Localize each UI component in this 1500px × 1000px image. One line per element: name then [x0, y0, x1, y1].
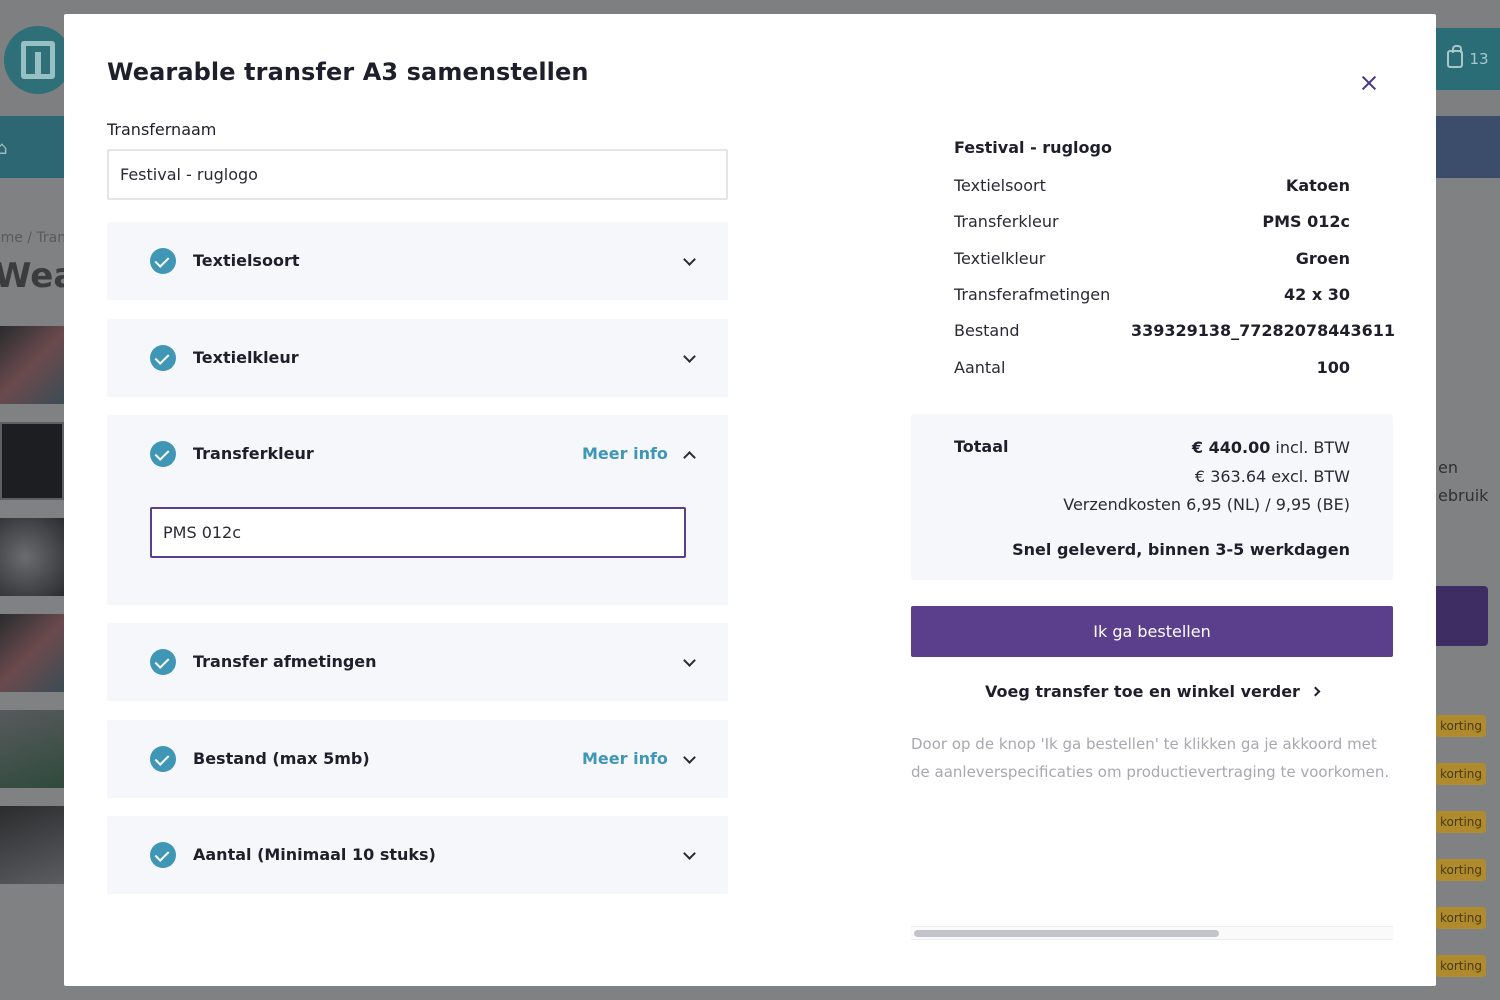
cart-count: 13: [1469, 50, 1489, 68]
summary-row: Textielsoort Katoen: [954, 176, 1395, 198]
modal-title: Wearable transfer A3 samenstellen: [107, 58, 589, 86]
bg-nav-bar-end: [1436, 116, 1500, 178]
transfer-name-input[interactable]: [107, 149, 728, 200]
site-logo: [4, 26, 72, 94]
summary-value: 339329138_77282078443611: [1130, 321, 1395, 340]
section-label: Aantal (Minimaal 10 stuks): [193, 845, 436, 864]
summary-key: Transferafmetingen: [954, 285, 1111, 304]
total-panel: Totaal € 440.00 incl. BTW € 363.64 excl.…: [911, 414, 1393, 580]
cart-button: 13: [1436, 28, 1500, 90]
breadcrumb: ome / Tran: [0, 230, 67, 246]
product-thumbnail: [0, 422, 64, 500]
close-icon[interactable]: [1354, 68, 1384, 98]
summary-row: Transferafmetingen 42 x 30: [954, 285, 1395, 307]
summary-key: Aantal: [954, 358, 1006, 377]
product-thumbnail: [0, 710, 64, 788]
check-circle-icon: [150, 248, 176, 274]
horizontal-scrollbar[interactable]: [911, 926, 1393, 940]
summary-value: 42 x 30: [1284, 285, 1350, 304]
bg-side-text: ebruik: [1438, 486, 1489, 505]
section-header[interactable]: Transfer afmetingen: [107, 623, 728, 701]
continue-shopping-link[interactable]: Voeg transfer toe en winkel verder: [911, 682, 1393, 701]
shipping-costs: Verzendkosten 6,95 (NL) / 9,95 (BE): [1063, 495, 1350, 514]
terms-disclaimer: Door op de knop 'Ik ga bestellen' te kli…: [911, 735, 1390, 781]
discount-badge: korting: [1436, 715, 1486, 737]
scrollbar-thumb[interactable]: [914, 930, 1219, 937]
summary-row: Bestand 339329138_77282078443611: [954, 321, 1395, 343]
discount-badge: korting: [1436, 955, 1486, 977]
bg-buy-button: [1436, 586, 1488, 646]
chevron-down-icon[interactable]: [683, 847, 696, 860]
chevron-up-icon[interactable]: [683, 451, 696, 464]
section-bestand: Bestand (max 5mb) Meer info: [107, 720, 728, 798]
section-textielsoort: Textielsoort: [107, 222, 728, 300]
product-thumbnail: [0, 518, 64, 596]
section-textielkleur: Textielkleur: [107, 319, 728, 397]
section-header[interactable]: Transferkleur Meer info: [107, 415, 728, 493]
chevron-down-icon[interactable]: [683, 751, 696, 764]
section-label: Transferkleur: [193, 444, 314, 463]
check-circle-icon: [150, 842, 176, 868]
configurator-modal: Wearable transfer A3 samenstellen Transf…: [64, 14, 1436, 986]
summary-row: Transferkleur PMS 012c: [954, 212, 1395, 234]
summary-value: Groen: [1295, 249, 1350, 268]
discount-badge: korting: [1436, 907, 1486, 929]
summary-row: Textielkleur Groen: [954, 249, 1395, 271]
summary-value: Katoen: [1285, 176, 1350, 195]
price-excl-vat: € 363.64 excl. BTW: [1194, 467, 1350, 486]
summary-key: Transferkleur: [954, 212, 1059, 231]
price-incl-vat: € 440.00 incl. BTW: [1192, 438, 1350, 457]
meer-info-link[interactable]: Meer info: [582, 444, 668, 463]
meer-info-link[interactable]: Meer info: [582, 749, 668, 768]
chevron-down-icon[interactable]: [683, 253, 696, 266]
continue-shopping-label: Voeg transfer toe en winkel verder: [985, 682, 1300, 701]
bg-side-text: en: [1438, 458, 1458, 477]
transfer-name-label: Transfernaam: [107, 120, 217, 139]
check-circle-icon: [150, 441, 176, 467]
product-thumbnail: [0, 326, 64, 404]
summary-value: PMS 012c: [1262, 212, 1350, 231]
discount-badge: korting: [1436, 811, 1486, 833]
price-incl-amount: € 440.00: [1191, 438, 1271, 457]
section-header[interactable]: Aantal (Minimaal 10 stuks): [107, 816, 728, 894]
summary-value: 100: [1316, 358, 1350, 377]
price-incl-suffix: incl. BTW: [1270, 438, 1350, 457]
product-thumbnail: [0, 806, 64, 884]
check-circle-icon: [150, 345, 176, 371]
section-transfer-afmetingen: Transfer afmetingen: [107, 623, 728, 701]
section-label: Transfer afmetingen: [193, 652, 377, 671]
section-label: Textielsoort: [193, 251, 300, 270]
summary-key: Textielsoort: [954, 176, 1046, 195]
section-header[interactable]: Textielsoort: [107, 222, 728, 300]
total-label: Totaal: [954, 437, 1009, 456]
summary-title: Festival - ruglogo: [954, 138, 1112, 157]
section-transferkleur: Transferkleur Meer info: [107, 415, 728, 605]
check-circle-icon: [150, 649, 176, 675]
home-icon: ⌂: [0, 138, 8, 159]
shopping-bag-icon: [1447, 45, 1464, 68]
product-thumbnail: [0, 614, 64, 692]
discount-badge: korting: [1436, 859, 1486, 881]
transfer-color-input[interactable]: [150, 507, 686, 558]
summary-row: Aantal 100: [954, 358, 1395, 380]
chevron-down-icon[interactable]: [683, 654, 696, 667]
delivery-note: Snel geleverd, binnen 3-5 werkdagen: [1012, 540, 1350, 559]
section-label: Bestand (max 5mb): [193, 749, 370, 768]
section-header[interactable]: Textielkleur: [107, 319, 728, 397]
section-aantal: Aantal (Minimaal 10 stuks): [107, 816, 728, 894]
section-header[interactable]: Bestand (max 5mb) Meer info: [107, 720, 728, 798]
summary-key: Bestand: [954, 321, 1020, 340]
summary-key: Textielkleur: [954, 249, 1046, 268]
check-circle-icon: [150, 746, 176, 772]
section-label: Textielkleur: [193, 348, 299, 367]
order-button[interactable]: Ik ga bestellen: [911, 606, 1393, 657]
discount-badge: korting: [1436, 763, 1486, 785]
chevron-right-icon: [1310, 686, 1321, 697]
chevron-down-icon[interactable]: [683, 350, 696, 363]
